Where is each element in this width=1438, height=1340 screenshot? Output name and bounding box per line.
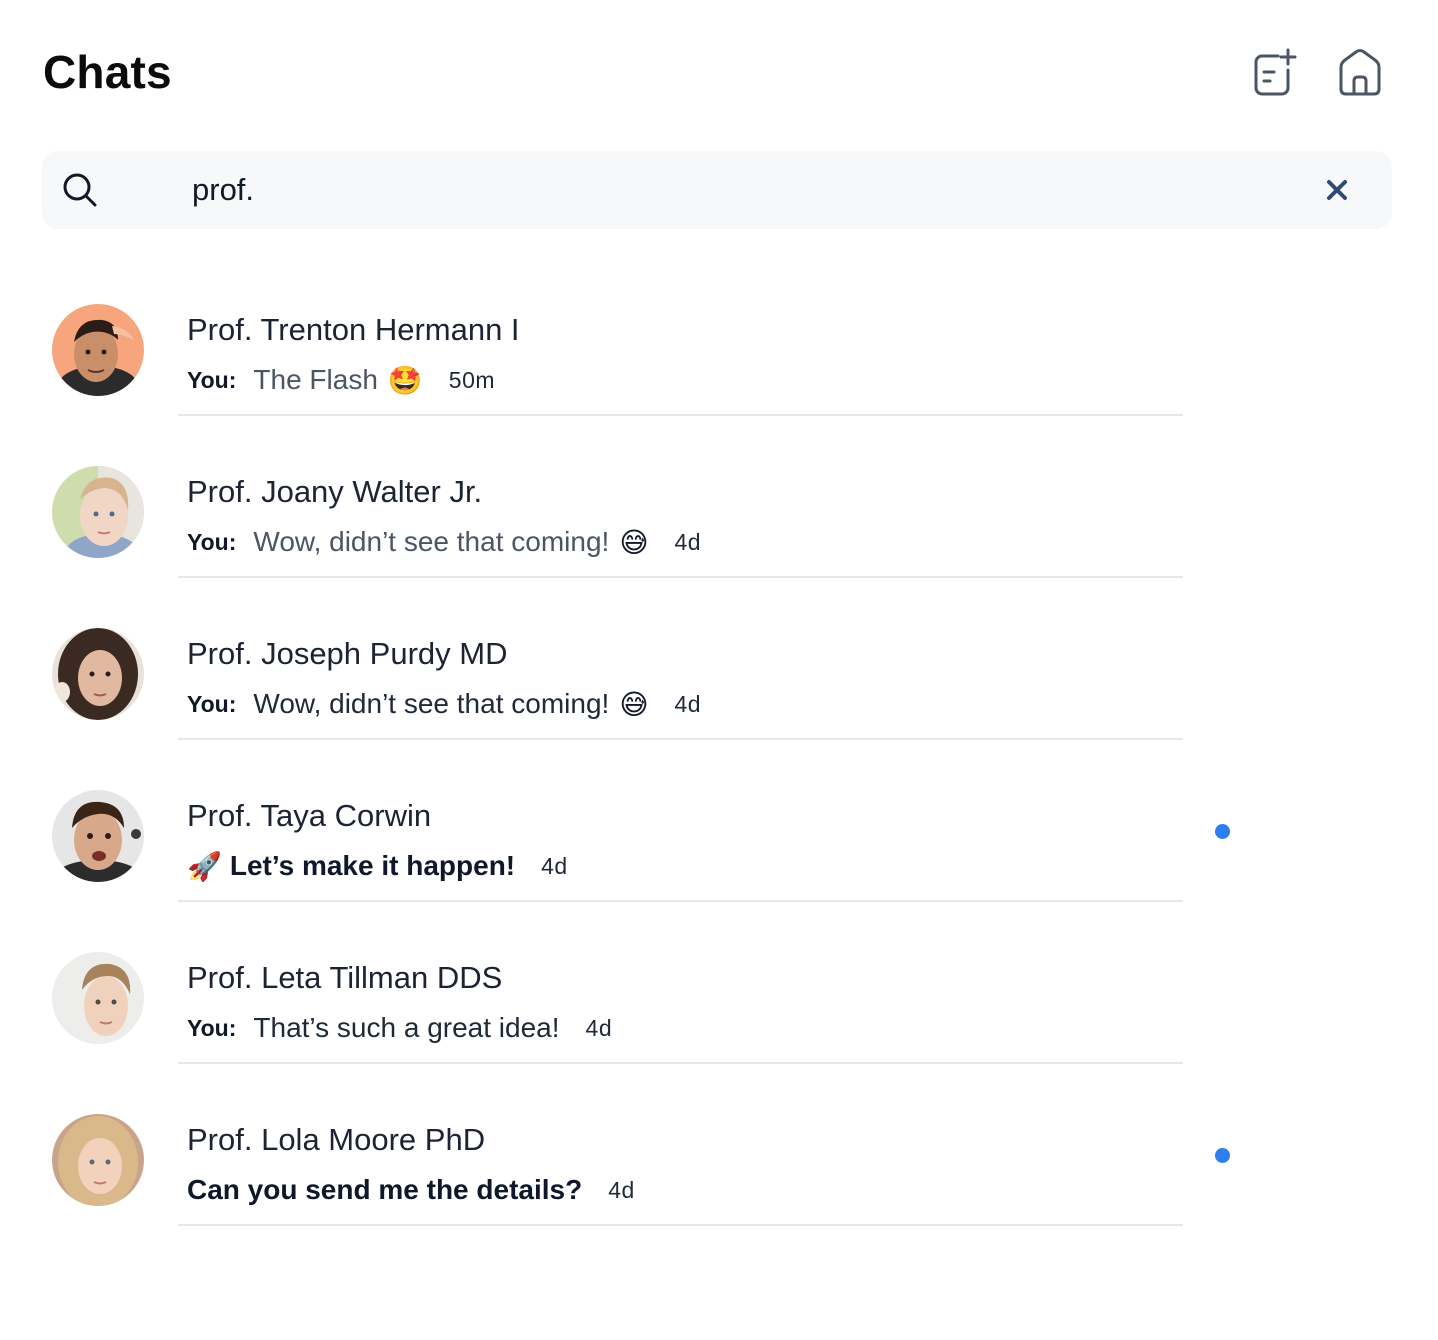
you-label: You: xyxy=(187,690,237,717)
chat-row[interactable]: Prof. Taya Corwin 🚀 Let’s make it happen… xyxy=(0,766,1438,928)
avatar xyxy=(52,466,144,558)
close-icon xyxy=(1327,180,1347,200)
timestamp: 4d xyxy=(585,1014,613,1041)
avatar xyxy=(52,1114,144,1206)
new-chat-icon xyxy=(1254,48,1297,96)
timestamp: 4d xyxy=(541,852,568,879)
timestamp: 50m xyxy=(448,366,496,393)
timestamp: 4d xyxy=(608,1176,635,1203)
clear-search-button[interactable] xyxy=(1320,173,1354,207)
chat-name: Prof. Joany Walter Jr. xyxy=(187,474,483,509)
chat-row[interactable]: Prof. Lola Moore PhD Can you send me the… xyxy=(0,1090,1438,1252)
unread-indicator xyxy=(1215,1148,1230,1163)
chat-preview: 🚀 Let’s make it happen! 4d xyxy=(187,846,568,886)
new-chat-button[interactable] xyxy=(1246,44,1302,100)
search-input[interactable] xyxy=(192,165,1292,215)
grinning-sweat-emoji: 😅 xyxy=(619,526,649,558)
chat-name: Prof. Joseph Purdy MD xyxy=(187,636,508,671)
unread-indicator xyxy=(1215,824,1230,839)
chat-list: Prof. Trenton Hermann I You: The Flash 🤩… xyxy=(0,280,1438,1252)
divider xyxy=(178,738,1183,740)
chat-preview: You: Wow, didn’t see that coming! 😅 4d xyxy=(187,684,701,724)
chat-row[interactable]: Prof. Joseph Purdy MD You: Wow, didn’t s… xyxy=(0,604,1438,766)
rocket-emoji: 🚀 xyxy=(187,850,222,882)
header: Chats xyxy=(0,0,1438,140)
search-bar xyxy=(42,151,1392,229)
divider xyxy=(178,414,1183,416)
last-message: Let’s make it happen! xyxy=(229,850,516,881)
divider xyxy=(178,576,1183,578)
chat-name: Prof. Lola Moore PhD xyxy=(187,1122,486,1157)
chat-preview: You: That’s such a great idea! 4d xyxy=(187,1008,612,1048)
chat-preview: You: The Flash 🤩 50m xyxy=(187,360,495,400)
chat-name: Prof. Taya Corwin xyxy=(187,798,432,833)
timestamp: 4d xyxy=(674,690,702,717)
chat-preview: Can you send me the details? 4d xyxy=(187,1170,635,1210)
last-message: The Flash xyxy=(253,364,378,395)
page-title: Chats xyxy=(43,46,172,98)
chat-row[interactable]: Prof. Trenton Hermann I You: The Flash 🤩… xyxy=(0,280,1438,442)
divider xyxy=(178,900,1183,902)
last-message: Wow, didn’t see that coming! xyxy=(253,526,610,557)
avatar xyxy=(52,790,144,882)
chat-name: Prof. Trenton Hermann I xyxy=(187,312,520,347)
you-label: You: xyxy=(187,366,237,393)
last-message: That’s such a great idea! xyxy=(253,1012,560,1043)
avatar xyxy=(52,628,144,720)
you-label: You: xyxy=(187,1014,237,1041)
divider xyxy=(178,1062,1183,1064)
divider xyxy=(178,1224,1183,1226)
avatar xyxy=(52,952,144,1044)
last-message: Wow, didn’t see that coming! xyxy=(253,688,610,719)
chat-row[interactable]: Prof. Joany Walter Jr. You: Wow, didn’t … xyxy=(0,442,1438,604)
grinning-sweat-emoji: 😅 xyxy=(619,688,649,720)
home-icon xyxy=(1339,49,1381,96)
last-message: Can you send me the details? xyxy=(187,1174,583,1205)
home-button[interactable] xyxy=(1332,44,1388,100)
chat-row[interactable]: Prof. Leta Tillman DDS You: That’s such … xyxy=(0,928,1438,1090)
timestamp: 4d xyxy=(674,528,702,555)
star-struck-emoji: 🤩 xyxy=(387,364,423,396)
search-icon xyxy=(63,173,97,207)
avatar xyxy=(52,304,144,396)
you-label: You: xyxy=(187,528,237,555)
chat-preview: You: Wow, didn’t see that coming! 😅 4d xyxy=(187,522,701,562)
chat-name: Prof. Leta Tillman DDS xyxy=(187,960,503,995)
